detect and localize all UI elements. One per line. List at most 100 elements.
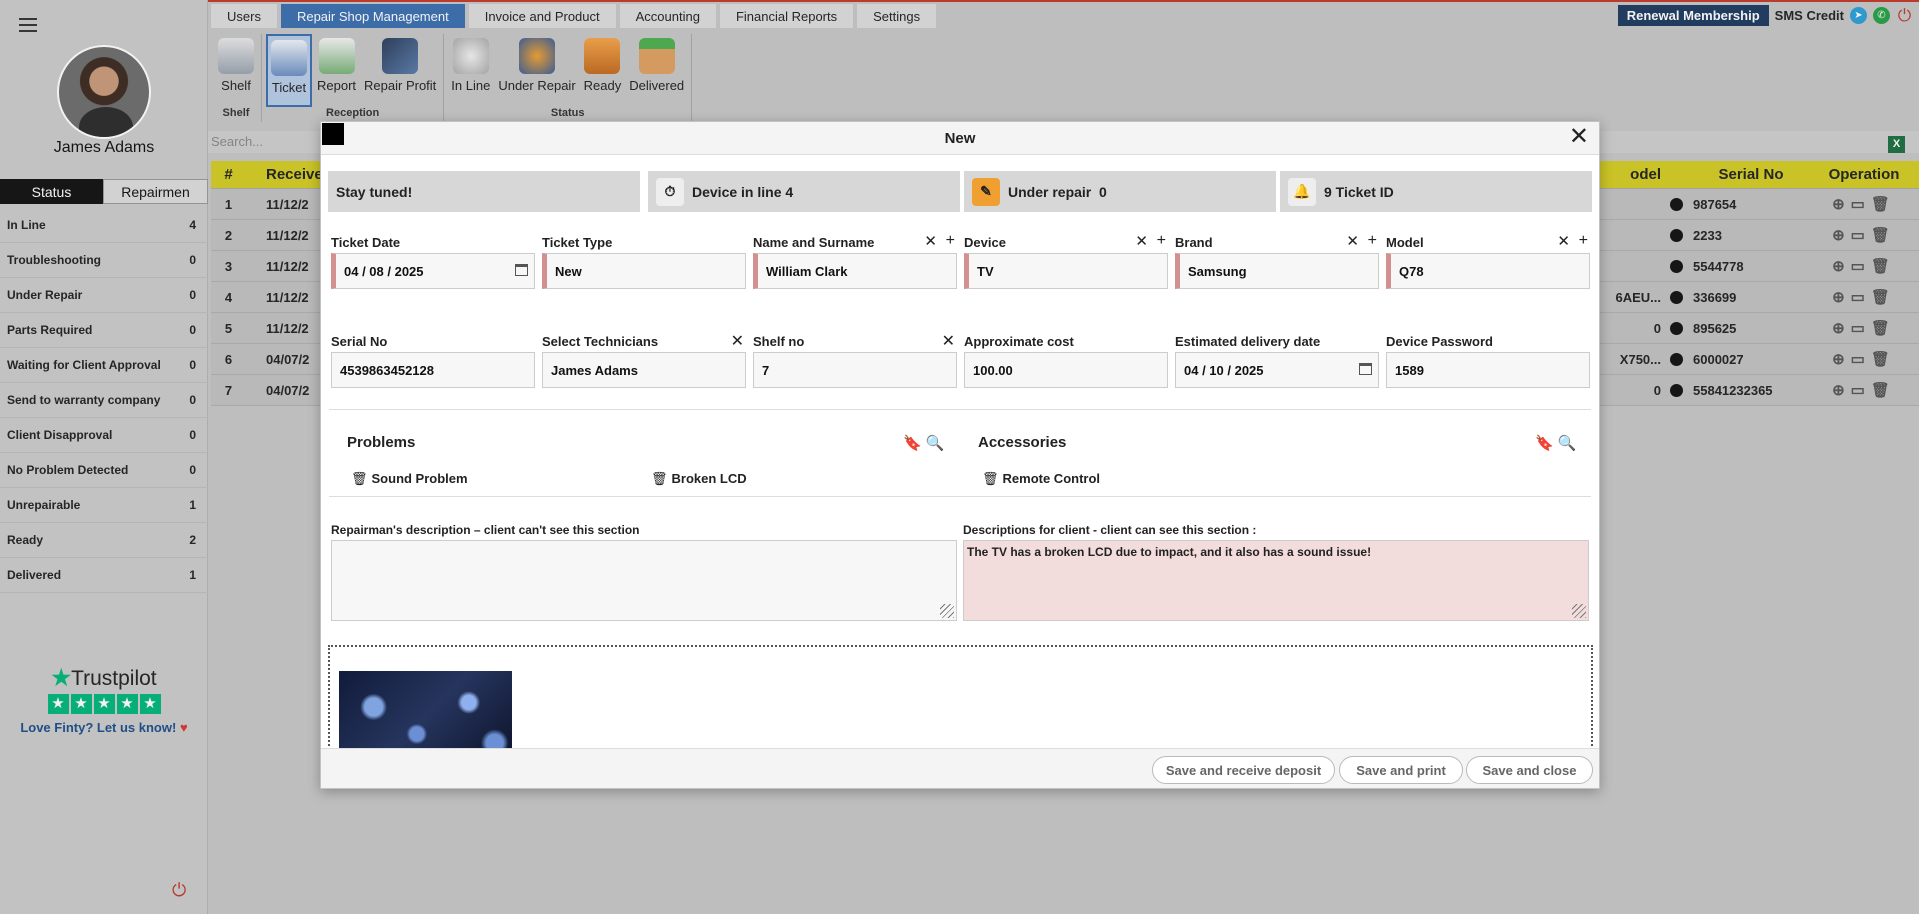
name-input[interactable]: William Clark <box>753 253 957 289</box>
textarea-value: The TV has a broken LCD due to impact, a… <box>967 545 1372 559</box>
field-ticket-date: Ticket Date 04 / 08 / 2025 <box>331 235 535 289</box>
field-brand: Brand ✕ + Samsung <box>1175 232 1379 289</box>
field-cost: Approximate cost 100.00 <box>964 334 1168 388</box>
modal-footer: Save and receive deposit Save and print … <box>321 748 1599 788</box>
add-icon[interactable]: + <box>1157 232 1166 250</box>
cost-input[interactable]: 100.00 <box>964 352 1168 388</box>
field-password: Device Password 1589 <box>1386 334 1590 388</box>
divider <box>329 409 1591 410</box>
accessories-title: Accessories <box>978 434 1067 451</box>
maximize-button[interactable] <box>322 123 344 145</box>
field-label: Estimated delivery date <box>1175 334 1321 349</box>
resize-grip[interactable] <box>940 604 954 618</box>
field-label: Shelf no <box>753 334 805 349</box>
bookmark-icon[interactable]: 🔖 <box>1535 435 1554 452</box>
search-icon[interactable]: 🔍 <box>926 435 945 452</box>
close-icon[interactable]: ✕ <box>1569 122 1589 152</box>
field-label: Serial No <box>331 334 388 349</box>
info-text: Stay tuned! <box>336 183 413 200</box>
model-input[interactable]: Q78 <box>1386 253 1590 289</box>
field-label: Approximate cost <box>964 334 1074 349</box>
field-value: James Adams <box>551 362 638 378</box>
field-model: Model ✕ + Q78 <box>1386 232 1590 289</box>
field-shelf: Shelf no ✕ 7 <box>753 331 957 388</box>
save-close-button[interactable]: Save and close <box>1466 756 1593 784</box>
repairman-desc-textarea[interactable] <box>331 540 957 621</box>
modal-header: New ✕ <box>321 122 1599 155</box>
save-receive-deposit-button[interactable]: Save and receive deposit <box>1152 756 1335 784</box>
info-text: 9 Ticket ID <box>1324 183 1394 200</box>
trash-icon[interactable]: 🗑 <box>351 471 368 486</box>
trash-icon[interactable]: 🗑 <box>982 471 999 486</box>
field-value: 1589 <box>1395 362 1424 378</box>
shelf-select[interactable]: 7 <box>753 352 957 388</box>
add-icon[interactable]: + <box>1368 232 1377 250</box>
form-row-1: Ticket Date 04 / 08 / 2025 Ticket Type N… <box>331 232 1590 289</box>
clear-icon[interactable]: ✕ <box>942 331 955 351</box>
field-name: Name and Surname ✕ + William Clark <box>753 232 957 289</box>
field-value: William Clark <box>766 263 848 279</box>
clear-icon[interactable]: ✕ <box>731 331 744 351</box>
field-label: Ticket Date <box>331 235 401 250</box>
modal-title: New <box>944 130 976 147</box>
search-icon[interactable]: 🔍 <box>1558 435 1577 452</box>
tag-label: Remote Control <box>1002 471 1101 486</box>
calendar-icon[interactable] <box>515 264 528 276</box>
image-dropzone[interactable] <box>328 645 1593 765</box>
field-value: Samsung <box>1188 263 1247 279</box>
info-under-repair: ✎ Under repair 0 <box>964 171 1276 212</box>
field-value: Q78 <box>1399 263 1424 279</box>
field-label: Device Password <box>1386 334 1493 349</box>
field-delivery-date: Estimated delivery date 04 / 10 / 2025 <box>1175 334 1379 388</box>
repairman-desc-label: Repairman's description – client can't s… <box>331 523 640 537</box>
stopwatch-icon: ⏱ <box>656 177 684 206</box>
new-ticket-modal: New ✕ Stay tuned! ⏱ Device in line 4 ✎ Und… <box>320 121 1600 789</box>
tag-label: Broken LCD <box>671 471 747 486</box>
resize-grip[interactable] <box>1572 604 1586 618</box>
field-value: 04 / 10 / 2025 <box>1184 362 1264 378</box>
field-value: TV <box>977 263 994 279</box>
field-ticket-type: Ticket Type New <box>542 235 746 289</box>
field-technician: Select Technicians ✕ James Adams <box>542 331 746 388</box>
technician-select[interactable]: James Adams <box>542 352 746 388</box>
problem-tag[interactable]: 🗑 Sound Problem <box>351 471 468 487</box>
clear-icon[interactable]: ✕ <box>1346 232 1359 250</box>
ticket-date-input[interactable]: 04 / 08 / 2025 <box>331 253 535 289</box>
bookmark-icon[interactable]: 🔖 <box>903 435 922 452</box>
ticket-type-select[interactable]: New <box>542 253 746 289</box>
save-print-button[interactable]: Save and print <box>1339 756 1463 784</box>
clear-icon[interactable]: ✕ <box>1557 232 1570 250</box>
problem-tag[interactable]: 🗑 Broken LCD <box>651 471 747 487</box>
form-row-2: Serial No 4539863452128 Select Technicia… <box>331 331 1590 388</box>
repair-icon: ✎ <box>972 177 1000 206</box>
accessory-tag[interactable]: 🗑 Remote Control <box>982 471 1100 487</box>
divider <box>329 496 1591 497</box>
add-icon[interactable]: + <box>946 232 955 250</box>
add-icon[interactable]: + <box>1579 232 1588 250</box>
accessories-actions: 🔖 🔍 <box>1535 434 1577 452</box>
field-label: Select Technicians <box>542 334 659 349</box>
alarm-icon: 🔔 <box>1288 177 1316 206</box>
field-value: 7 <box>762 362 770 378</box>
field-value: 04 / 08 / 2025 <box>344 263 424 279</box>
brand-input[interactable]: Samsung <box>1175 253 1379 289</box>
clear-icon[interactable]: ✕ <box>1135 232 1148 250</box>
info-text: Device in line 4 <box>692 183 794 200</box>
device-input[interactable]: TV <box>964 253 1168 289</box>
password-input[interactable]: 1589 <box>1386 352 1590 388</box>
client-desc-label: Descriptions for client - client can see… <box>963 523 1257 537</box>
calendar-icon[interactable] <box>1359 363 1372 375</box>
field-label: Ticket Type <box>542 235 613 250</box>
serial-input[interactable]: 4539863452128 <box>331 352 535 388</box>
client-desc-textarea[interactable]: The TV has a broken LCD due to impact, a… <box>963 540 1589 621</box>
clear-icon[interactable]: ✕ <box>924 232 937 250</box>
problems-actions: 🔖 🔍 <box>903 434 945 452</box>
info-stay-tuned: Stay tuned! <box>328 171 640 212</box>
delivery-date-input[interactable]: 04 / 10 / 2025 <box>1175 352 1379 388</box>
field-value: 4539863452128 <box>340 362 434 378</box>
trash-icon[interactable]: 🗑 <box>651 471 668 486</box>
field-device: Device ✕ + TV <box>964 232 1168 289</box>
tag-label: Sound Problem <box>371 471 468 486</box>
info-ticket-id: 🔔 9 Ticket ID <box>1280 171 1592 212</box>
info-device-in-line: ⏱ Device in line 4 <box>648 171 960 212</box>
